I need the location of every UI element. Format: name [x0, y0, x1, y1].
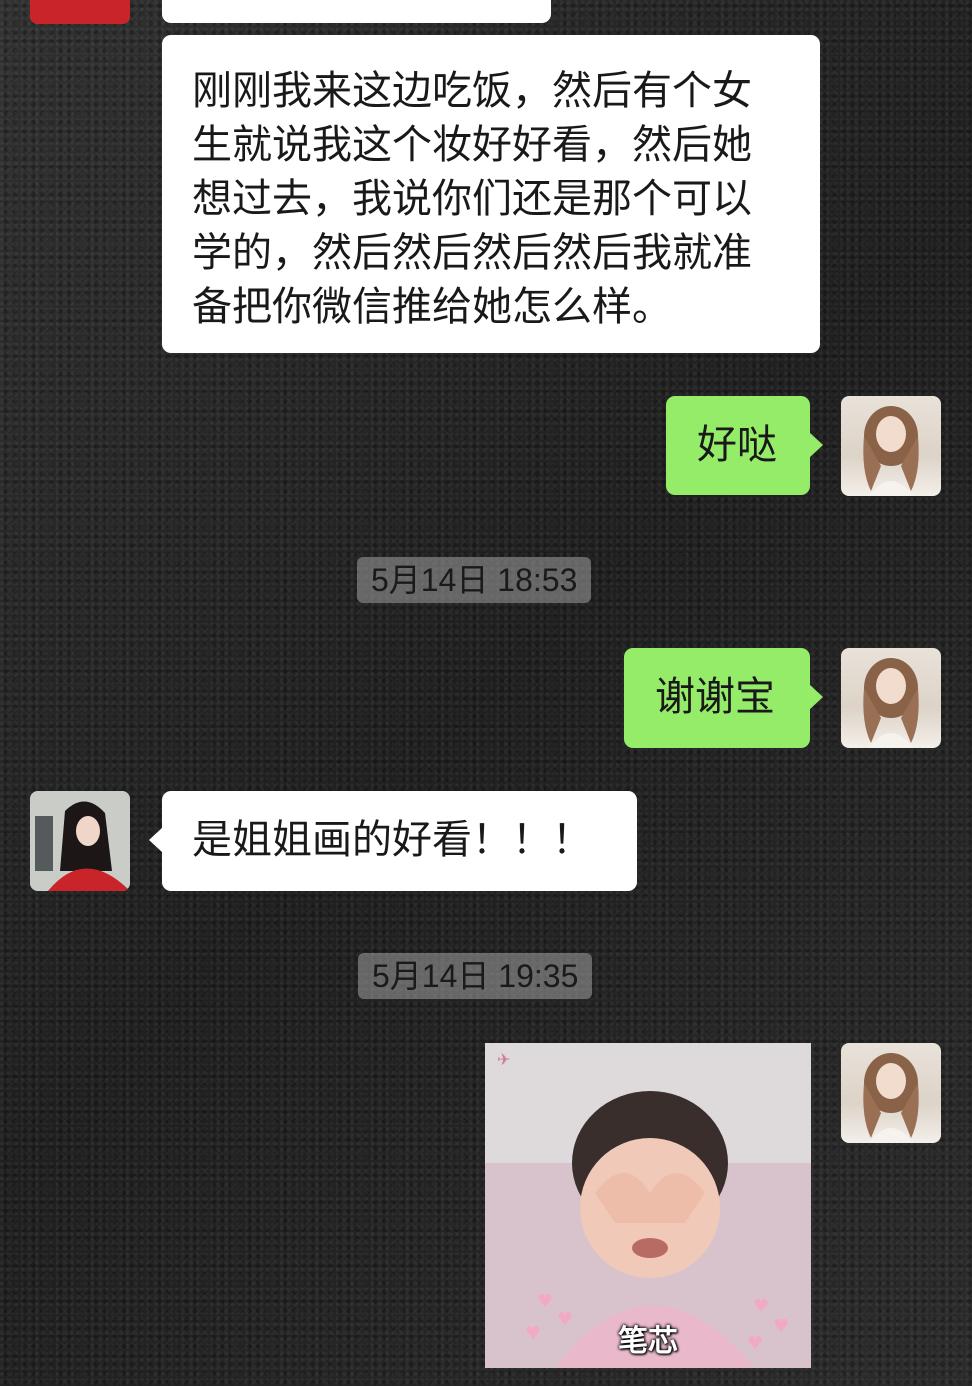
message-text: 刚刚我来这边吃饭，然后有个女生就说我这个妆好好看，然后她想过去，我说你们还是那个… — [192, 68, 752, 330]
message-bubble-friend[interactable]: 是姐姐画的好看！！！ — [149, 791, 637, 891]
girl-portrait-icon — [30, 791, 130, 891]
self-avatar[interactable] — [841, 396, 941, 496]
svg-text:✈: ✈ — [497, 1050, 510, 1069]
woman-portrait-icon — [863, 406, 919, 496]
self-avatar[interactable] — [841, 648, 941, 748]
friend-avatar[interactable] — [30, 0, 130, 24]
message-text: 好哒 — [697, 422, 777, 468]
message-bubble-self[interactable]: 谢谢宝 — [624, 648, 823, 748]
avatar-red-shirt — [30, 0, 130, 24]
message-bubble-partial[interactable] — [162, 0, 551, 23]
woman-portrait-icon — [863, 1053, 919, 1143]
message-text: 是姐姐画的好看！！！ — [192, 817, 592, 863]
timestamp: 5月14日 19:35 — [358, 953, 593, 999]
sticker-image[interactable]: ✈ ♥ ♥ ♥ ♥ ♥ ♥ 笔芯 — [485, 1043, 811, 1368]
timestamp: 5月14日 18:53 — [357, 557, 592, 603]
friend-avatar[interactable] — [30, 791, 130, 891]
sticker-caption: 笔芯 — [618, 1324, 678, 1359]
heart-icon: ♥ — [753, 1296, 770, 1317]
woman-portrait-icon — [863, 658, 919, 748]
message-bubble-self[interactable]: 好哒 — [666, 396, 823, 495]
heart-icon: ♥ — [537, 1291, 554, 1312]
message-bubble-friend[interactable]: 刚刚我来这边吃饭，然后有个女生就说我这个妆好好看，然后她想过去，我说你们还是那个… — [162, 35, 820, 353]
message-text: 谢谢宝 — [655, 674, 775, 720]
self-avatar[interactable] — [841, 1043, 941, 1143]
